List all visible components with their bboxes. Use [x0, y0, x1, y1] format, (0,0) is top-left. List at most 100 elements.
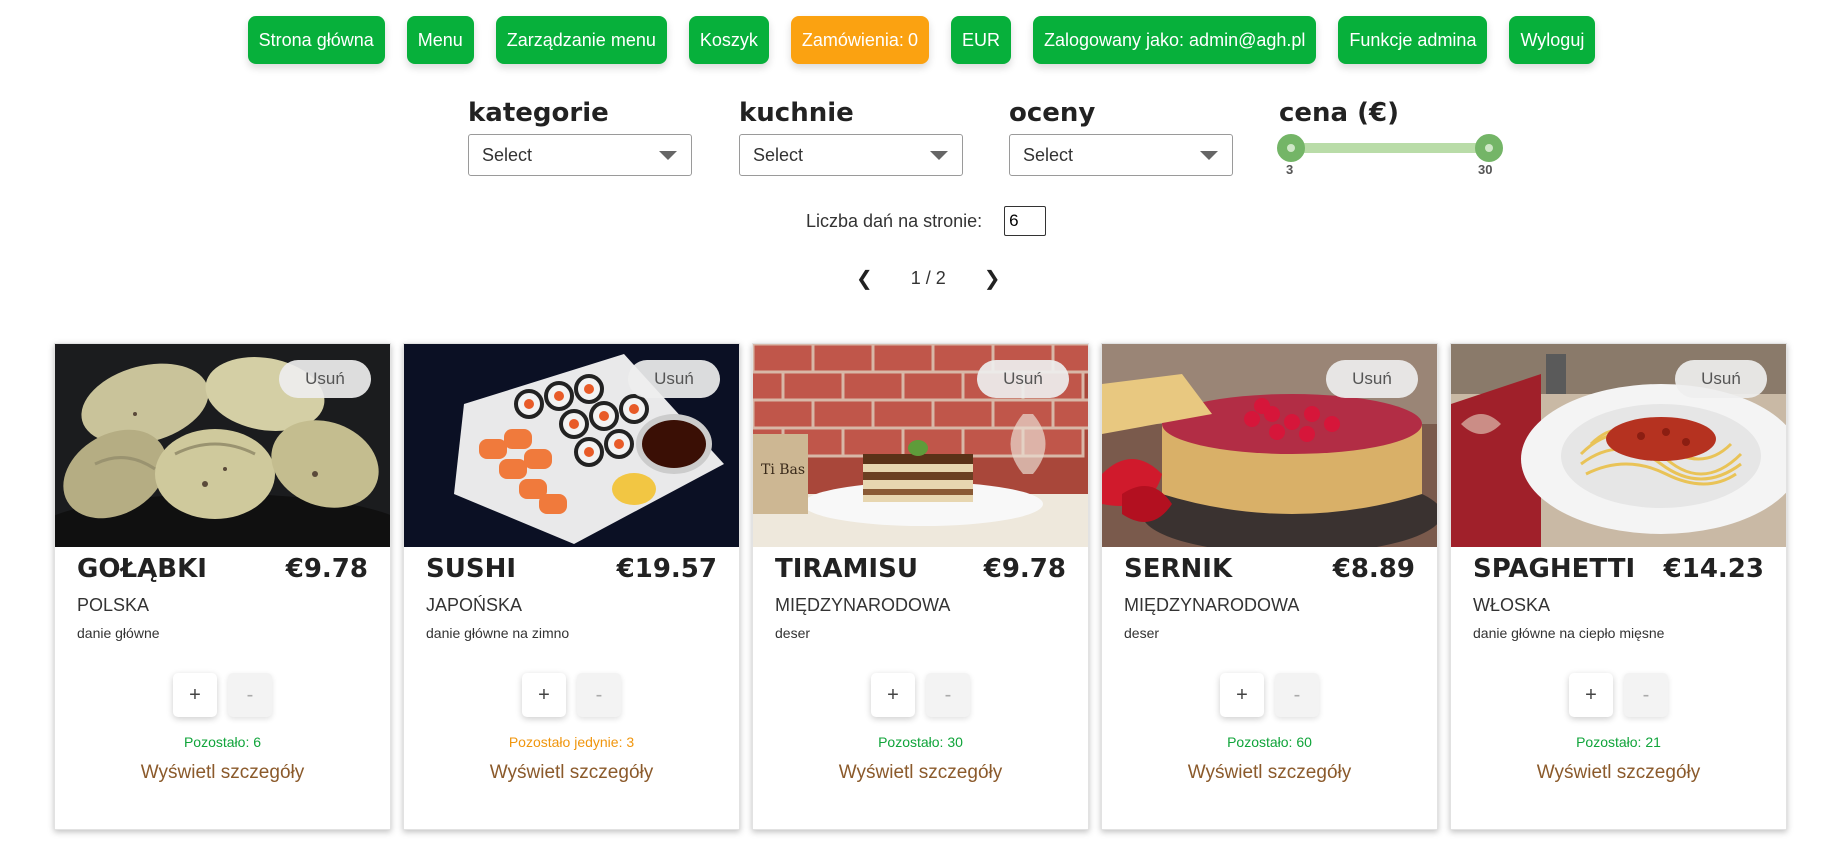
dish-image: Usuń: [1102, 344, 1437, 547]
add-to-cart-button[interactable]: +: [1220, 673, 1264, 717]
remove-dish-button[interactable]: Usuń: [1326, 360, 1418, 398]
nav-currency-button[interactable]: EUR: [950, 16, 1011, 64]
filter-categories-label: kategorie: [468, 98, 609, 128]
nav-cart-label: Koszyk: [699, 29, 758, 50]
dish-price: €9.78: [285, 554, 368, 584]
filter-price: cena (€): [1279, 98, 1399, 134]
dish-price: €9.78: [983, 554, 1066, 584]
prev-page-icon[interactable]: ❮: [856, 266, 873, 291]
nav-admin-functions-button[interactable]: Funkcje admina: [1338, 16, 1488, 64]
filter-cuisines: kuchnie Select: [739, 98, 963, 176]
categories-select[interactable]: Select: [468, 134, 692, 176]
dish-name: TIRAMISU: [775, 554, 918, 584]
view-details-link[interactable]: Wyświetl szczegóły: [404, 762, 739, 784]
dish-card: Usuń GOŁĄBKI €9.78 POLSKA danie główne +…: [54, 343, 391, 830]
add-to-cart-button[interactable]: +: [522, 673, 566, 717]
dish-cuisine: WŁOSKA: [1473, 595, 1551, 615]
remove-from-cart-button[interactable]: -: [228, 673, 272, 717]
dish-price: €14.23: [1663, 554, 1764, 584]
price-min-handle[interactable]: [1277, 134, 1305, 162]
nav-logged-user-button[interactable]: Zalogowany jako: admin@agh.pl: [1032, 16, 1317, 64]
dish-card: Usuń SPAGHETTI €14.23 WŁOSKA danie główn…: [1450, 343, 1787, 830]
chevron-down-icon: [930, 150, 948, 160]
nav-home-label: Strona główna: [258, 29, 374, 50]
dish-category: danie główne: [77, 625, 160, 641]
price-slider-track[interactable]: [1289, 143, 1487, 153]
remove-from-cart-button[interactable]: -: [1624, 673, 1668, 717]
price-max-value: 30: [1478, 162, 1493, 177]
remaining-stock: Pozostało: 30: [878, 734, 963, 750]
view-details-link[interactable]: Wyświetl szczegóły: [1102, 762, 1437, 784]
nav-orders-label: Zamówienia:: [801, 29, 904, 50]
dish-cuisine: MIĘDZYNARODOWA: [775, 595, 951, 615]
cuisines-select[interactable]: Select: [739, 134, 963, 176]
remove-dish-button[interactable]: Usuń: [279, 360, 371, 398]
remove-dish-button[interactable]: Usuń: [977, 360, 1069, 398]
top-navigation: Strona główna Menu Zarządzanie menu Kosz…: [0, 16, 1843, 64]
nav-orders-button[interactable]: Zamówienia: 0: [790, 16, 929, 64]
svg-text:Ti Bas: Ti Bas: [761, 462, 805, 478]
nav-menu-label: Menu: [417, 29, 463, 50]
view-details-link[interactable]: Wyświetl szczegóły: [753, 762, 1088, 784]
view-details-link[interactable]: Wyświetl szczegóły: [55, 762, 390, 784]
filter-ratings-label: oceny: [1009, 98, 1096, 128]
price-min-value: 3: [1286, 162, 1294, 177]
page-indicator: 1 / 2: [910, 268, 946, 288]
remove-from-cart-button[interactable]: -: [1275, 673, 1319, 717]
nav-logout-button[interactable]: Wyloguj: [1509, 16, 1596, 64]
view-details-link[interactable]: Wyświetl szczegóły: [1451, 762, 1786, 784]
dish-price: €8.89: [1332, 554, 1415, 584]
nav-manage-menu-label: Zarządzanie menu: [506, 29, 656, 50]
ratings-select[interactable]: Select: [1009, 134, 1233, 176]
orders-count: 0: [907, 29, 918, 50]
ratings-select-value: Select: [1023, 144, 1074, 165]
nav-logged-user-label: Zalogowany jako: admin@agh.pl: [1043, 29, 1306, 50]
dish-category: deser: [1124, 625, 1160, 641]
dish-name: GOŁĄBKI: [77, 554, 207, 584]
per-page-label: Liczba dań na stronie:: [806, 210, 983, 231]
per-page-control: Liczba dań na stronie:: [806, 206, 1047, 236]
nav-menu-button[interactable]: Menu: [406, 16, 474, 64]
nav-logout-label: Wyloguj: [1520, 29, 1585, 50]
chevron-down-icon: [659, 150, 677, 160]
add-to-cart-button[interactable]: +: [871, 673, 915, 717]
remove-dish-button[interactable]: Usuń: [1675, 360, 1767, 398]
nav-currency-label: EUR: [961, 29, 1000, 50]
dish-image: Usuń: [1451, 344, 1786, 547]
dish-category: deser: [775, 625, 811, 641]
dish-card: Usuń SERNIK €8.89 MIĘDZYNARODOWA deser +…: [1101, 343, 1438, 830]
add-to-cart-button[interactable]: +: [173, 673, 217, 717]
nav-cart-button[interactable]: Koszyk: [688, 16, 769, 64]
dish-cuisine: POLSKA: [77, 595, 150, 615]
price-range-slider[interactable]: 3 30: [1277, 132, 1503, 182]
dish-card: Ti Bas Usuń TIRAMISU €9.78 MIĘDZYNARODOW…: [752, 343, 1089, 830]
dish-image: Usuń: [55, 344, 390, 547]
remove-dish-button[interactable]: Usuń: [628, 360, 720, 398]
filter-cuisines-label: kuchnie: [739, 98, 854, 128]
dish-image: Ti Bas Usuń: [753, 344, 1088, 547]
categories-select-value: Select: [482, 144, 533, 165]
dish-category: danie główne na zimno: [426, 625, 570, 641]
dish-name: SPAGHETTI: [1473, 554, 1636, 584]
dish-name: SERNIK: [1124, 554, 1233, 584]
remaining-stock: Pozostało: 60: [1227, 734, 1312, 750]
remaining-stock: Pozostało: 21: [1576, 734, 1661, 750]
pager: ❮ 1 / 2 ❯: [856, 266, 1001, 291]
remove-from-cart-button[interactable]: -: [926, 673, 970, 717]
dish-card: Usuń SUSHI €19.57 JAPOŃSKA danie główne …: [403, 343, 740, 830]
cuisines-select-value: Select: [753, 144, 804, 165]
filter-categories: kategorie Select: [468, 98, 692, 176]
dish-list: Usuń GOŁĄBKI €9.78 POLSKA danie główne +…: [54, 343, 1787, 830]
dish-name: SUSHI: [426, 554, 516, 584]
dish-cuisine: MIĘDZYNARODOWA: [1124, 595, 1300, 615]
dish-image: Usuń: [404, 344, 739, 547]
remove-from-cart-button[interactable]: -: [577, 673, 621, 717]
price-max-handle[interactable]: [1475, 134, 1503, 162]
per-page-input[interactable]: [1004, 206, 1047, 236]
filter-ratings: oceny Select: [1009, 98, 1233, 176]
nav-home-button[interactable]: Strona główna: [247, 16, 385, 64]
dish-price: €19.57: [616, 554, 717, 584]
nav-manage-menu-button[interactable]: Zarządzanie menu: [495, 16, 667, 64]
add-to-cart-button[interactable]: +: [1569, 673, 1613, 717]
next-page-icon[interactable]: ❯: [984, 266, 1001, 291]
